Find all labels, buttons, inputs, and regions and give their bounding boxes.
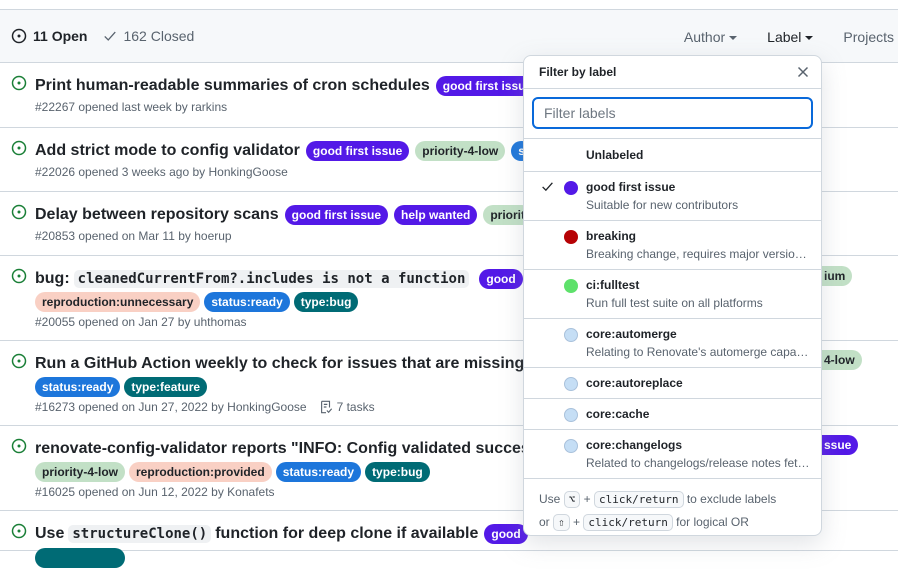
click-key: click/return bbox=[594, 491, 684, 508]
dropdown-hint: Use ⌥ + click/return to exclude labels o… bbox=[539, 491, 777, 531]
check-icon bbox=[104, 31, 117, 41]
label-color-swatch bbox=[564, 230, 578, 244]
label-description: Related to changelogs/release notes fetc… bbox=[586, 456, 811, 470]
issue-open-icon bbox=[11, 438, 27, 459]
filter-labels-input[interactable] bbox=[532, 97, 813, 129]
label-chip[interactable]: good bbox=[484, 524, 528, 544]
label-option-unlabeled[interactable]: Unlabeled bbox=[524, 139, 821, 172]
top-border bbox=[0, 0, 898, 10]
issue-open-icon bbox=[11, 75, 27, 96]
shift-key: ⇧ bbox=[553, 514, 570, 531]
label-chip[interactable]: priority-4-low bbox=[35, 462, 126, 482]
label-filter[interactable]: Label bbox=[767, 29, 814, 45]
label-option[interactable]: core:automerge Relating to Renovate's aut… bbox=[524, 319, 821, 368]
label-name: core:cache bbox=[586, 407, 650, 421]
label-option[interactable]: ci:fulltest Run full test suite on all pl… bbox=[524, 270, 821, 319]
projects-filter[interactable]: Projects bbox=[843, 29, 898, 45]
label-option[interactable]: breaking Breaking change, requires major … bbox=[524, 221, 821, 270]
label-color-swatch bbox=[564, 439, 578, 453]
open-issues-tab[interactable]: 11 Open bbox=[11, 28, 87, 44]
label-chip[interactable]: type:bug bbox=[293, 292, 359, 312]
label-name: breaking bbox=[586, 229, 637, 243]
tasklist-icon bbox=[320, 400, 332, 414]
open-count: 11 Open bbox=[33, 28, 88, 44]
label-color-swatch bbox=[564, 377, 578, 391]
label-option[interactable]: core:autoreplace bbox=[524, 368, 821, 399]
label-option[interactable]: good first issue Suitable for new contrib… bbox=[524, 172, 821, 221]
issue-meta: #22267 opened last week by rarkins bbox=[35, 100, 228, 114]
caret-down-icon bbox=[729, 35, 738, 40]
label-name: ci:fulltest bbox=[586, 278, 640, 292]
issue-open-icon bbox=[11, 353, 27, 374]
issue-meta: #20055 opened on Jan 27 by uhthomas bbox=[35, 315, 247, 329]
label-chip[interactable]: status:ready bbox=[275, 462, 362, 482]
label-chip[interactable] bbox=[35, 548, 125, 568]
issue-open-icon bbox=[11, 523, 27, 544]
close-icon[interactable] bbox=[797, 66, 809, 78]
label-name: good first issue bbox=[586, 180, 676, 194]
label-option[interactable]: core:cache bbox=[524, 399, 821, 430]
inline-code: cleanedCurrentFrom?.includes is not a fu… bbox=[73, 270, 470, 288]
label-chip[interactable]: priority-4-low bbox=[415, 141, 506, 161]
issue-open-icon bbox=[11, 140, 27, 161]
issue-meta: #16273 opened on Jun 27, 2022 by Honking… bbox=[35, 400, 307, 414]
issue-open-icon bbox=[11, 28, 27, 44]
label-description: Relating to Renovate's automerge capabil… bbox=[586, 345, 811, 359]
click-key: click/return bbox=[583, 514, 673, 531]
label-chip[interactable]: good first issue bbox=[284, 205, 388, 225]
label-color-swatch bbox=[564, 279, 578, 293]
caret-down-icon bbox=[805, 35, 814, 40]
label-color-swatch bbox=[564, 181, 578, 195]
label-chip[interactable]: type:feature bbox=[124, 377, 208, 397]
issue-open-icon bbox=[11, 268, 27, 289]
closed-count: 162 Closed bbox=[123, 28, 195, 44]
label-chip[interactable]: status:ready bbox=[35, 377, 121, 397]
issue-open-icon bbox=[11, 204, 27, 225]
dropdown-title: Filter by label bbox=[539, 65, 617, 79]
label-name: core:autoreplace bbox=[586, 376, 683, 390]
label-chip[interactable]: help wanted bbox=[394, 205, 478, 225]
label-filter-dropdown: Filter by label Unlabeled good first iss… bbox=[523, 55, 822, 536]
label-color-swatch bbox=[564, 328, 578, 342]
label-description: Suitable for new contributors bbox=[586, 198, 739, 212]
closed-issues-tab[interactable]: 162 Closed bbox=[103, 28, 194, 44]
issue-meta: #20853 opened on Mar 11 by hoerup bbox=[35, 229, 232, 243]
label-description: Breaking change, requires major version … bbox=[586, 247, 811, 261]
label-color-swatch bbox=[564, 408, 578, 422]
label-chip[interactable]: good first issue bbox=[305, 141, 410, 161]
label-description: Run full test suite on all platforms bbox=[586, 296, 763, 310]
label-chip[interactable]: reproduction:provided bbox=[129, 462, 272, 482]
issue-meta: #16025 opened on Jun 12, 2022 by Konafet… bbox=[35, 485, 275, 499]
author-filter[interactable]: Author bbox=[684, 29, 738, 45]
issue-meta: #22026 opened 3 weeks ago by HonkingGoos… bbox=[35, 165, 288, 179]
label-chip[interactable]: reproduction:unnecessary bbox=[35, 292, 201, 312]
label-chip[interactable]: good bbox=[479, 269, 523, 289]
option-key: ⌥ bbox=[563, 491, 581, 508]
task-count: 7 tasks bbox=[336, 400, 375, 414]
label-chip[interactable]: type:bug bbox=[365, 462, 430, 482]
label-name: core:automerge bbox=[586, 327, 677, 341]
inline-code: structureClone() bbox=[68, 525, 212, 543]
label-chip[interactable]: status:ready bbox=[204, 292, 290, 312]
label-name: core:changelogs bbox=[586, 438, 683, 452]
label-option[interactable]: core:changelogs Related to changelogs/rel… bbox=[524, 430, 821, 479]
check-icon bbox=[542, 182, 553, 192]
